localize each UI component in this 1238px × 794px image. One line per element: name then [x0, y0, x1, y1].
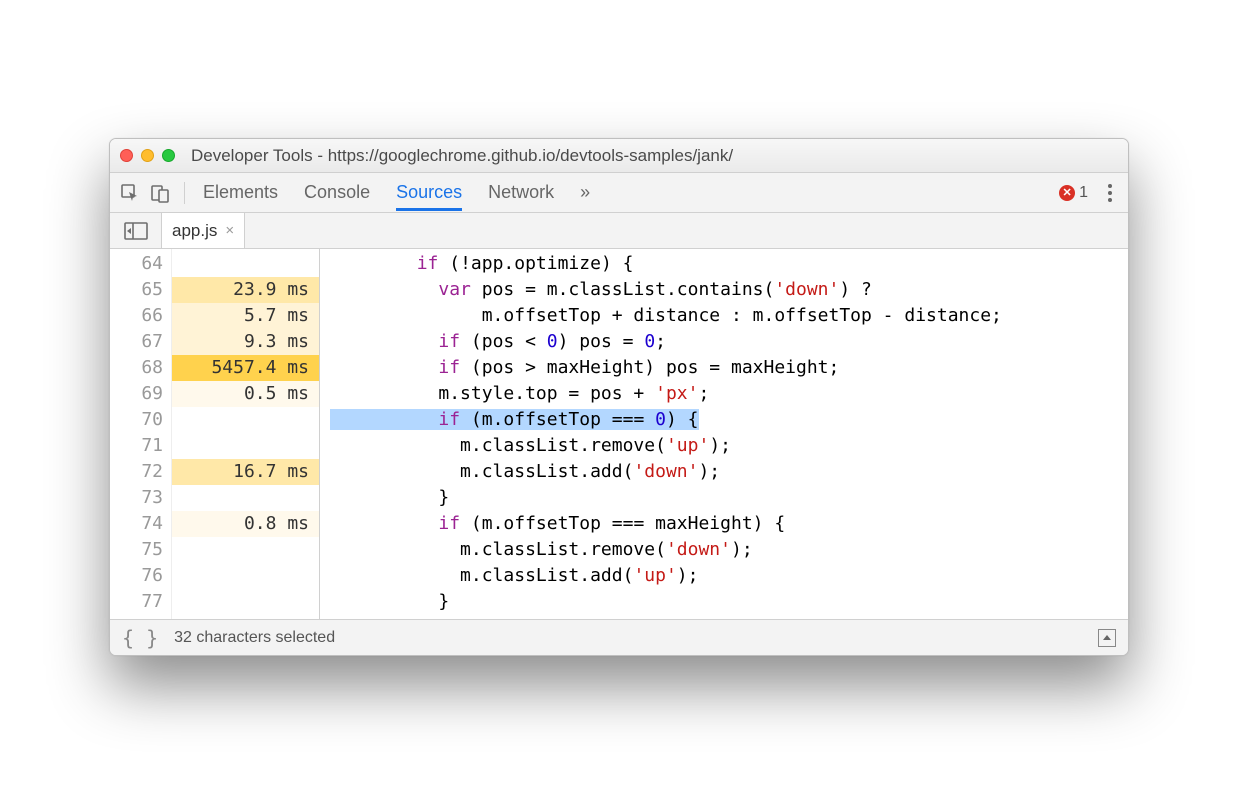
line-number[interactable]: 69	[110, 381, 171, 407]
line-time: 0.5 ms	[172, 381, 319, 407]
line-number[interactable]: 64	[110, 251, 171, 277]
code-line[interactable]: m.classList.remove('down');	[320, 537, 1128, 563]
line-time: 0.8 ms	[172, 511, 319, 537]
error-count: 1	[1079, 184, 1088, 202]
code-line[interactable]: }	[320, 485, 1128, 511]
settings-menu-icon[interactable]	[1102, 180, 1118, 206]
profiling-time-gutter: 23.9 ms5.7 ms9.3 ms5457.4 ms0.5 ms 16.7 m…	[172, 249, 320, 619]
line-time: 5.7 ms	[172, 303, 319, 329]
tab-console[interactable]: Console	[304, 174, 370, 211]
line-number[interactable]: 72	[110, 459, 171, 485]
line-number[interactable]: 70	[110, 407, 171, 433]
titlebar[interactable]: Developer Tools - https://googlechrome.g…	[110, 139, 1128, 173]
status-bar: { } 32 characters selected	[110, 619, 1128, 655]
code-line[interactable]: if (!app.optimize) {	[320, 251, 1128, 277]
tab-elements[interactable]: Elements	[203, 174, 278, 211]
line-time: 23.9 ms	[172, 277, 319, 303]
inspect-element-icon[interactable]	[120, 183, 140, 203]
navigator-toggle-icon[interactable]	[110, 213, 162, 248]
code-line[interactable]: if (pos > maxHeight) pos = maxHeight;	[320, 355, 1128, 381]
error-count-badge[interactable]: ✕ 1	[1059, 184, 1088, 202]
code-line[interactable]: m.classList.add('down');	[320, 459, 1128, 485]
line-number[interactable]: 77	[110, 589, 171, 615]
line-number-gutter: 6465666768697071727374757677	[110, 249, 172, 619]
file-tab-appjs[interactable]: app.js ×	[162, 213, 245, 248]
line-time: 5457.4 ms	[172, 355, 319, 381]
line-time	[172, 589, 319, 615]
code-line[interactable]: if (m.offsetTop === 0) {	[320, 407, 1128, 433]
drawer-toggle-icon[interactable]	[1098, 629, 1116, 647]
file-tab-label: app.js	[172, 221, 217, 241]
line-time	[172, 407, 319, 433]
line-time	[172, 433, 319, 459]
line-number[interactable]: 73	[110, 485, 171, 511]
window-title: Developer Tools - https://googlechrome.g…	[191, 146, 1118, 166]
line-number[interactable]: 71	[110, 433, 171, 459]
line-time	[172, 251, 319, 277]
device-toolbar-icon[interactable]	[150, 183, 170, 203]
line-number[interactable]: 65	[110, 277, 171, 303]
code-line[interactable]: m.style.top = pos + 'px';	[320, 381, 1128, 407]
main-toolbar: Elements Console Sources Network » ✕ 1	[110, 173, 1128, 213]
line-time: 9.3 ms	[172, 329, 319, 355]
line-time	[172, 485, 319, 511]
zoom-icon[interactable]	[162, 149, 175, 162]
code-line[interactable]: m.offsetTop + distance : m.offsetTop - d…	[320, 303, 1128, 329]
toolbar-separator	[184, 182, 185, 204]
status-text: 32 characters selected	[174, 629, 335, 647]
code-line[interactable]: if (pos < 0) pos = 0;	[320, 329, 1128, 355]
code-line[interactable]: }	[320, 589, 1128, 615]
tabs-overflow-icon[interactable]: »	[580, 174, 590, 211]
tab-sources[interactable]: Sources	[396, 174, 462, 211]
line-number[interactable]: 75	[110, 537, 171, 563]
line-number[interactable]: 68	[110, 355, 171, 381]
source-editor[interactable]: 6465666768697071727374757677 23.9 ms5.7 …	[110, 249, 1128, 619]
code-area[interactable]: if (!app.optimize) { var pos = m.classLi…	[320, 249, 1128, 619]
line-time	[172, 537, 319, 563]
line-time: 16.7 ms	[172, 459, 319, 485]
minimize-icon[interactable]	[141, 149, 154, 162]
line-number[interactable]: 76	[110, 563, 171, 589]
line-number[interactable]: 74	[110, 511, 171, 537]
traffic-lights	[120, 149, 175, 162]
code-line[interactable]: m.classList.remove('up');	[320, 433, 1128, 459]
file-tab-close-icon[interactable]: ×	[225, 222, 234, 239]
tab-network[interactable]: Network	[488, 174, 554, 211]
line-number[interactable]: 66	[110, 303, 171, 329]
devtools-window: Developer Tools - https://googlechrome.g…	[109, 138, 1129, 656]
code-line[interactable]: m.classList.add('up');	[320, 563, 1128, 589]
code-line[interactable]: var pos = m.classList.contains('down') ?	[320, 277, 1128, 303]
error-icon: ✕	[1059, 185, 1075, 201]
panel-tabs: Elements Console Sources Network »	[203, 174, 1055, 211]
line-number[interactable]: 67	[110, 329, 171, 355]
pretty-print-icon[interactable]: { }	[122, 626, 158, 650]
line-time	[172, 563, 319, 589]
file-tab-bar: app.js ×	[110, 213, 1128, 249]
code-line[interactable]: if (m.offsetTop === maxHeight) {	[320, 511, 1128, 537]
close-icon[interactable]	[120, 149, 133, 162]
